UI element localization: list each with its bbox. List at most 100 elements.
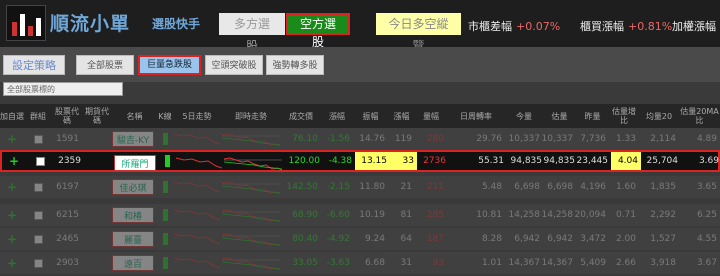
filter-bar: 設定策略 全部股票 巨量急跌股 空頭突破股 強勢轉多股	[0, 47, 720, 82]
filter-all-stocks[interactable]: 全部股票	[76, 55, 134, 75]
row-checkbox[interactable]	[24, 228, 52, 250]
est-ma20-ratio: 3.67	[696, 258, 717, 268]
plus-icon[interactable]: +	[7, 232, 17, 246]
col-avg20[interactable]: 均量20	[639, 104, 679, 128]
today-volume: 14,367	[508, 258, 541, 268]
filter-volume-drop[interactable]: 巨量急跌股	[138, 55, 201, 75]
stock-name-label[interactable]: 和椿	[112, 207, 154, 223]
table-row[interactable]: +6215 和椿 68.90 -6.60 10.19 81 285 10.81 14,258 14…	[0, 204, 720, 226]
stock-name[interactable]: 駿吉-KY	[112, 131, 157, 147]
add-watchlist-button[interactable]: +	[0, 128, 24, 150]
add-watchlist-button[interactable]: +	[0, 252, 24, 274]
add-watchlist-button[interactable]: +	[0, 228, 24, 250]
stat-label: 市櫃差幅	[468, 20, 512, 33]
five-day-line	[174, 233, 220, 245]
plus-icon[interactable]: +	[7, 180, 17, 194]
add-watchlist-button[interactable]: +	[2, 152, 26, 170]
stock-name-label[interactable]: 佳必琪	[112, 179, 154, 195]
volume-ratio: 280	[426, 134, 444, 144]
long-stock-button[interactable]: 多方選股	[219, 13, 285, 53]
stock-name[interactable]: 佳必琪	[112, 179, 157, 195]
five-day-line	[176, 157, 222, 169]
change-pct: -4.92	[326, 234, 350, 244]
stock-name-label[interactable]: 遠百	[112, 255, 154, 271]
five-day-sparkline	[176, 157, 222, 169]
col-amplitude[interactable]: 振幅	[353, 104, 388, 128]
checkbox[interactable]	[33, 210, 43, 220]
col-intraday-trend[interactable]: 即時走勢	[221, 104, 281, 128]
checkbox[interactable]	[33, 258, 43, 268]
kline-candle	[159, 152, 175, 170]
checkbox[interactable]	[33, 134, 43, 144]
row-checkbox[interactable]	[24, 128, 52, 150]
stock-name[interactable]: 所羅門	[114, 155, 159, 171]
add-watchlist-button[interactable]: +	[0, 176, 24, 198]
checkbox[interactable]	[33, 182, 43, 192]
change-value: 64	[400, 234, 412, 244]
table-row[interactable]: +6197 佳必琪 142.50 -2.15 11.80 21 211 5.48 6,698 6,…	[0, 176, 720, 198]
row-checkbox[interactable]	[26, 152, 54, 170]
amplitude: 13.15	[355, 152, 390, 170]
col-add-watchlist[interactable]: 加自選	[0, 104, 24, 128]
stock-name-label[interactable]: 所羅門	[114, 155, 156, 171]
add-watchlist-button[interactable]: +	[0, 204, 24, 226]
col-change[interactable]: 漲幅	[388, 104, 415, 128]
stock-name[interactable]: 遠百	[112, 255, 157, 271]
col-daily-turnover[interactable]: 日周轉率	[447, 104, 505, 128]
plus-icon[interactable]: +	[7, 208, 17, 222]
stock-name[interactable]: 麗臺	[112, 231, 157, 247]
table-row[interactable]: +2465 麗臺 80.40 -4.92 9.24 64 187 8.28 6,942 6,942…	[0, 228, 720, 250]
col-volume-ratio[interactable]: 量幅	[415, 104, 447, 128]
row-checkbox[interactable]	[24, 252, 52, 274]
col-kline[interactable]: K線	[157, 104, 173, 128]
col-price[interactable]: 成交價	[281, 104, 321, 128]
amplitude: 14.76	[359, 134, 385, 144]
intraday-sparkline	[222, 233, 280, 247]
five-day-line	[174, 257, 220, 269]
table-row[interactable]: +2903 遠百 33.05 -3.63 6.68 31 93 1.01 14,367 14,36…	[0, 252, 720, 274]
stat-otc-diff: 市櫃差幅 +0.07%	[468, 18, 560, 34]
filter-bear-breakout[interactable]: 空頭突破股	[205, 55, 263, 75]
stock-universe-select[interactable]: 全部股票標的	[3, 82, 123, 96]
col-est-ma20-ratio[interactable]: 估量20MA比	[679, 104, 720, 128]
plus-icon[interactable]: +	[7, 132, 17, 146]
filter-strong-bull[interactable]: 強勢轉多股	[266, 55, 324, 75]
stock-name[interactable]: 和椿	[112, 207, 157, 223]
plus-icon[interactable]: +	[7, 256, 17, 270]
avg20: 1,527	[650, 234, 676, 244]
stock-name-label[interactable]: 麗臺	[112, 231, 154, 247]
change-value: 31	[400, 258, 412, 268]
col-yest-volume[interactable]: 昨量	[576, 104, 609, 128]
today-overview-button[interactable]: 今日多空縱覽	[376, 13, 461, 53]
col-change-pct[interactable]: 漲幅	[321, 104, 353, 128]
row-checkbox[interactable]	[24, 176, 52, 198]
est-ratio: 2.00	[615, 234, 636, 244]
col-name[interactable]: 名稱	[112, 104, 157, 128]
today-volume: 14,258	[508, 210, 541, 220]
stock-name-label[interactable]: 駿吉-KY	[112, 131, 154, 147]
checkbox[interactable]	[35, 156, 45, 166]
col-stock-code[interactable]: 股票代碼	[52, 104, 82, 128]
turnover: 5.48	[481, 182, 502, 192]
change-value: 81	[400, 210, 412, 220]
table-row[interactable]: +1591 駿吉-KY 76.10 -1.56 14.76 119 280 29.76 10,3…	[0, 128, 720, 150]
col-est-ratio[interactable]: 估量增比	[609, 104, 639, 128]
short-stock-button[interactable]: 空方選股	[286, 13, 350, 49]
amplitude: 11.80	[359, 182, 385, 192]
col-today-volume[interactable]: 今量	[505, 104, 543, 128]
change-pct: -3.63	[326, 258, 350, 268]
plus-icon[interactable]: +	[9, 154, 19, 168]
table-row[interactable]: +2359 所羅門 120.00 -4.38 13.15 33 2736 55.31 94,83…	[0, 150, 720, 172]
volume-ratio: 187	[426, 234, 444, 244]
checkbox[interactable]	[33, 234, 43, 244]
col-futures-code[interactable]: 期貨代碼	[82, 104, 112, 128]
est-volume: 94,835	[543, 156, 576, 166]
col-group[interactable]: 群組	[24, 104, 52, 128]
app-logo-icon	[6, 5, 46, 41]
today-volume: 10,337	[508, 134, 541, 144]
row-checkbox[interactable]	[24, 204, 52, 226]
col-5day-trend[interactable]: 5日走勢	[173, 104, 221, 128]
amplitude: 10.19	[359, 210, 385, 220]
col-est-volume[interactable]: 估量	[543, 104, 576, 128]
strategy-settings-button[interactable]: 設定策略	[3, 55, 65, 75]
